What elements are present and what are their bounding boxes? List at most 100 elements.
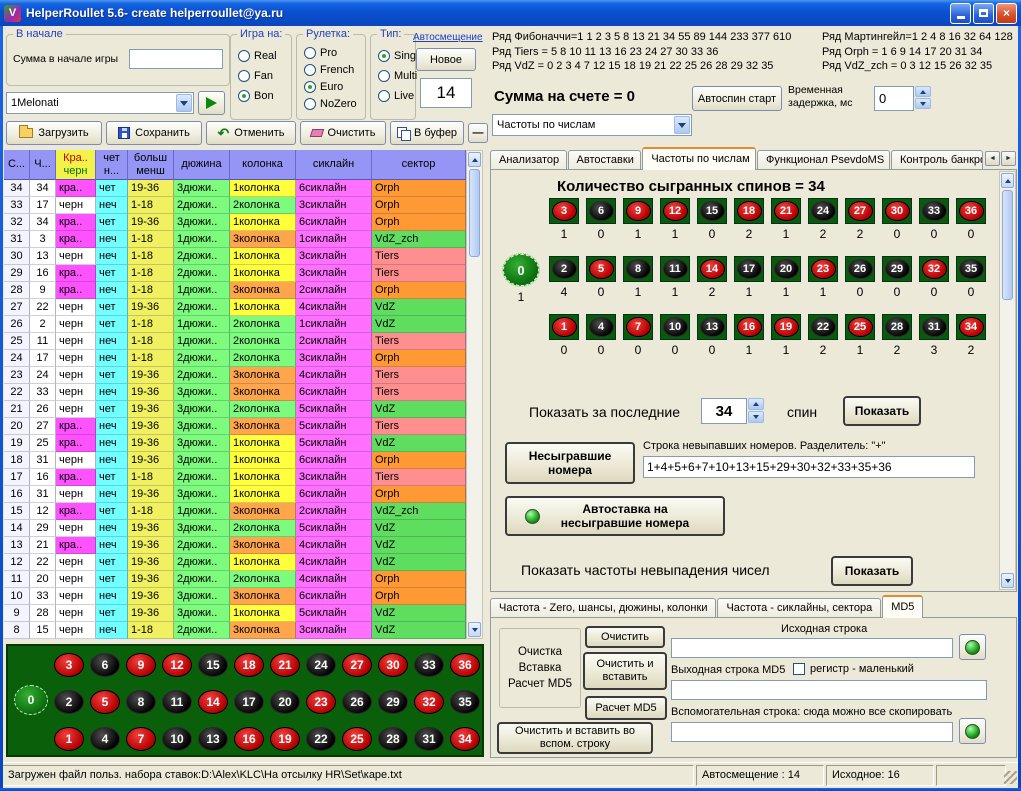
spin-cell[interactable]: 1-18 xyxy=(128,350,174,367)
number-6[interactable]: 6 xyxy=(90,653,120,677)
scroll-down-icon[interactable] xyxy=(468,622,481,637)
load-button[interactable]: Загрузить xyxy=(6,121,102,145)
spin-cell[interactable]: 12 xyxy=(4,554,30,571)
spin-cell[interactable]: 26 xyxy=(30,401,56,418)
spin-cell[interactable]: кра.. xyxy=(56,469,96,486)
spin-cell[interactable]: 3колонка xyxy=(230,503,296,520)
spin-cell[interactable]: 33 xyxy=(30,384,56,401)
spin-cell[interactable]: 19-36 xyxy=(128,367,174,384)
number-31[interactable]: 31 xyxy=(922,317,947,337)
spin-cell[interactable]: черн xyxy=(56,401,96,418)
spin-cell[interactable]: чет xyxy=(96,469,128,486)
number-8[interactable]: 8 xyxy=(626,259,651,279)
number-12[interactable]: 12 xyxy=(663,201,688,221)
spin-cell[interactable]: 19 xyxy=(4,435,30,452)
spin-cell[interactable]: 1колонка xyxy=(230,299,296,316)
spin-cell[interactable]: 5сиклайн xyxy=(296,605,372,622)
freq-number-tile[interactable]: 21 xyxy=(771,198,801,224)
number-24[interactable]: 24 xyxy=(306,653,336,677)
spin-cell[interactable]: черн xyxy=(56,350,96,367)
number-5[interactable]: 5 xyxy=(589,259,614,279)
spin-cell[interactable]: 3колонка xyxy=(230,367,296,384)
spin-cell[interactable]: 6сиклайн xyxy=(296,486,372,503)
tab-md5[interactable]: MD5 xyxy=(882,595,923,618)
spin-cell[interactable]: 30 xyxy=(4,248,30,265)
spin-cell[interactable]: 4сиклайн xyxy=(296,554,372,571)
spin-cell[interactable]: 2колонка xyxy=(230,316,296,333)
spin-cell[interactable]: черн xyxy=(56,316,96,333)
spin-cell[interactable]: Orph xyxy=(372,452,466,469)
spin-cell[interactable]: чет xyxy=(96,571,128,588)
tab-analyzer[interactable]: Анализатор xyxy=(490,150,567,170)
spin-cell[interactable]: 22 xyxy=(4,384,30,401)
spin-cell[interactable]: 1дюжи.. xyxy=(174,333,230,350)
number-12[interactable]: 12 xyxy=(162,653,192,677)
number-21[interactable]: 21 xyxy=(774,201,799,221)
spin-down-icon[interactable] xyxy=(915,98,931,109)
spin-cell[interactable]: 1колонка xyxy=(230,214,296,231)
scroll-down-icon[interactable] xyxy=(1001,573,1014,588)
radio-fan[interactable]: Fan xyxy=(238,69,273,82)
spin-cell[interactable]: 2колонка xyxy=(230,571,296,588)
number-13[interactable]: 13 xyxy=(700,317,725,337)
show-button[interactable]: Показать xyxy=(843,396,921,426)
spin-cell[interactable]: черн xyxy=(56,452,96,469)
spin-cell[interactable]: 4сиклайн xyxy=(296,299,372,316)
radio-icon[interactable] xyxy=(378,70,390,82)
freq-number-tile[interactable]: 12 xyxy=(660,198,690,224)
spin-cell[interactable]: VdZ xyxy=(372,520,466,537)
spin-cell[interactable]: 3сиклайн xyxy=(296,265,372,282)
spin-cell[interactable]: 13 xyxy=(4,537,30,554)
spin-cell[interactable]: 1дюжи.. xyxy=(174,503,230,520)
freq-number-tile[interactable]: 27 xyxy=(845,198,875,224)
spin-cell[interactable]: неч xyxy=(96,435,128,452)
number-16[interactable]: 16 xyxy=(737,317,762,337)
number-1[interactable]: 1 xyxy=(54,727,84,751)
spin-cell[interactable]: кра.. xyxy=(56,282,96,299)
number-0[interactable]: 0 xyxy=(14,685,48,715)
spin-cell[interactable]: 19-36 xyxy=(128,520,174,537)
spin-cell[interactable]: 1-18 xyxy=(128,265,174,282)
spin-cell[interactable]: Tiers xyxy=(372,367,466,384)
radio-bon[interactable]: Bon xyxy=(238,89,274,102)
freq-zero-cell[interactable]: 0 xyxy=(503,254,539,286)
spin-cell[interactable]: 34 xyxy=(30,180,56,197)
freq-number-tile[interactable]: 10 xyxy=(660,314,690,340)
spin-cell[interactable]: 1-18 xyxy=(128,231,174,248)
spin-cell[interactable]: 20 xyxy=(30,571,56,588)
preset-combobox[interactable]: 1Melonati xyxy=(6,92,194,114)
spin-cell[interactable]: чет xyxy=(96,180,128,197)
freq-number-tile[interactable]: 6 xyxy=(586,198,616,224)
number-30[interactable]: 30 xyxy=(885,201,910,221)
spin-cell[interactable]: черн xyxy=(56,622,96,639)
spin-cell[interactable]: черн xyxy=(56,367,96,384)
spin-cell[interactable]: черн xyxy=(56,299,96,316)
spin-cell[interactable]: кра.. xyxy=(56,231,96,248)
spin-cell[interactable]: неч xyxy=(96,486,128,503)
number-33[interactable]: 33 xyxy=(922,201,947,221)
spin-cell[interactable]: 2дюжи.. xyxy=(174,367,230,384)
spin-cell[interactable]: 3дюжи.. xyxy=(174,180,230,197)
spin-cell[interactable]: 8 xyxy=(4,622,30,639)
spin-down-icon[interactable] xyxy=(748,411,764,423)
spin-cell[interactable]: VdZ xyxy=(372,299,466,316)
spin-cell[interactable]: неч xyxy=(96,384,128,401)
spin-cell[interactable]: 2дюжи.. xyxy=(174,197,230,214)
radio-french[interactable]: French xyxy=(304,63,354,76)
spin-cell[interactable]: 1дюжи.. xyxy=(174,282,230,299)
number-28[interactable]: 28 xyxy=(885,317,910,337)
freq-number-tile[interactable]: 19 xyxy=(771,314,801,340)
spin-cell[interactable]: 3дюжи.. xyxy=(174,520,230,537)
spin-cell[interactable]: VdZ xyxy=(372,554,466,571)
spin-cell[interactable]: Tiers xyxy=(372,418,466,435)
number-13[interactable]: 13 xyxy=(198,727,228,751)
spin-cell[interactable]: черн xyxy=(56,486,96,503)
scroll-up-icon[interactable] xyxy=(1001,173,1014,188)
spin-cell[interactable]: 1колонка xyxy=(230,435,296,452)
spin-cell[interactable]: 21 xyxy=(30,537,56,554)
number-10[interactable]: 10 xyxy=(663,317,688,337)
delay-value[interactable]: 0 xyxy=(874,86,914,111)
spin-cell[interactable]: 2дюжи.. xyxy=(174,622,230,639)
tab-freq-sectors[interactable]: Частота - сиклайны, сектора xyxy=(717,598,881,618)
spin-cell[interactable]: 5сиклайн xyxy=(296,401,372,418)
